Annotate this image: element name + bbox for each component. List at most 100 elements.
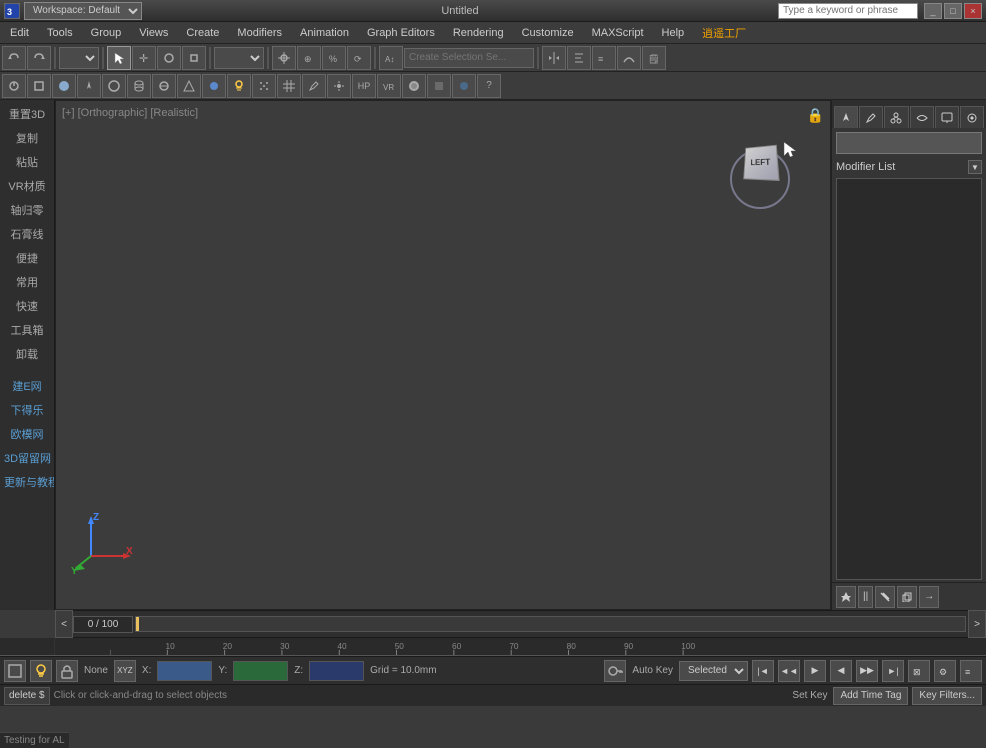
maximize-button[interactable]: □ <box>944 3 962 19</box>
tb2-object1[interactable] <box>102 74 126 98</box>
align-button[interactable] <box>567 46 591 70</box>
spinner-button[interactable]: ⟳ <box>347 46 371 70</box>
viewport-gizmo[interactable]: LEFT <box>730 141 790 201</box>
rp-tab-display[interactable] <box>935 106 959 128</box>
tb2-undo[interactable] <box>2 74 26 98</box>
tb2-box[interactable] <box>27 74 51 98</box>
rp-tab-motion[interactable] <box>910 106 934 128</box>
mirror-button[interactable] <box>542 46 566 70</box>
tb2-particle[interactable] <box>252 74 276 98</box>
sidebar-item-common[interactable]: 常用 <box>0 270 54 294</box>
snap-toggle-button[interactable] <box>272 46 296 70</box>
tb2-hp[interactable]: HP <box>352 74 376 98</box>
tb2-light2[interactable] <box>227 74 251 98</box>
view-dropdown[interactable]: View <box>214 47 264 69</box>
tb2-grid[interactable] <box>277 74 301 98</box>
play-reverse-button[interactable]: ◀ <box>830 660 852 682</box>
tb2-color[interactable] <box>52 74 76 98</box>
menu-animation[interactable]: Animation <box>292 23 357 43</box>
menu-tools[interactable]: Tools <box>39 23 81 43</box>
sidebar-item-oumow[interactable]: 欧模网 <box>0 422 54 446</box>
rp-tab-modify[interactable] <box>859 106 883 128</box>
sidebar-item-paste[interactable]: 粘贴 <box>0 150 54 174</box>
sidebar-item-xiadele[interactable]: 下得乐 <box>0 398 54 422</box>
tb2-cone[interactable] <box>177 74 201 98</box>
sidebar-item-unload[interactable]: 卸载 <box>0 342 54 366</box>
rp-tab-create[interactable] <box>834 106 858 128</box>
sidebar-item-reset3d[interactable]: 重置3D <box>0 102 54 126</box>
minimize-button[interactable]: _ <box>924 3 942 19</box>
menu-modifiers[interactable]: Modifiers <box>229 23 290 43</box>
tb2-object2[interactable] <box>402 74 426 98</box>
prev-frame-button[interactable]: |◄ <box>752 660 774 682</box>
viewport[interactable]: [+] [Orthographic] [Realistic] 🔒 LEFT Z <box>55 100 831 610</box>
move-tool-button[interactable]: ✛ <box>132 46 156 70</box>
menu-customize[interactable]: Customize <box>514 23 582 43</box>
sidebar-item-3dliuliu[interactable]: 3D留留网 <box>0 446 54 470</box>
menu-edit[interactable]: Edit <box>2 23 37 43</box>
spreadsheet-button[interactable]: 🗒 <box>642 46 666 70</box>
select-tool-button[interactable] <box>107 46 131 70</box>
rotate-tool-button[interactable] <box>157 46 181 70</box>
timeline-prev-button[interactable]: < <box>55 610 73 638</box>
menu-views[interactable]: Views <box>131 23 176 43</box>
end-frame-button[interactable]: ⊠ <box>908 660 930 682</box>
close-button[interactable]: × <box>964 3 982 19</box>
settings-button1[interactable]: ⚙ <box>934 660 956 682</box>
add-time-tag-button[interactable]: Add Time Tag <box>833 687 908 705</box>
selection-set-input[interactable] <box>404 48 534 68</box>
status-light-icon[interactable] <box>30 660 52 682</box>
workspace-dropdown[interactable]: Workspace: Default <box>24 2 142 20</box>
right-panel-search[interactable] <box>836 132 982 154</box>
search-input[interactable] <box>778 3 918 19</box>
timeline-track[interactable] <box>135 616 966 632</box>
rp-cut-button[interactable] <box>875 586 895 608</box>
filter-dropdown[interactable]: All <box>59 47 99 69</box>
tb2-vray[interactable]: VR <box>377 74 401 98</box>
status-z-value[interactable] <box>309 661 364 681</box>
timeline-next-button[interactable]: > <box>968 610 986 638</box>
snap-angle-button[interactable]: ⊕ <box>297 46 321 70</box>
undo-button[interactable] <box>2 46 26 70</box>
tb2-sphere[interactable] <box>152 74 176 98</box>
layer-button[interactable]: ≡ <box>592 46 616 70</box>
sidebar-item-toolbox[interactable]: 工具箱 <box>0 318 54 342</box>
gizmo-cube[interactable]: LEFT <box>743 145 779 181</box>
rp-copy-button[interactable] <box>897 586 917 608</box>
tb2-cylinder[interactable] <box>127 74 151 98</box>
menu-help[interactable]: Help <box>654 23 693 43</box>
sidebar-item-update[interactable]: 更新与教程 <box>0 470 54 494</box>
menu-maxscript[interactable]: MAXScript <box>584 23 652 43</box>
rp-pause-button[interactable]: || <box>858 586 873 608</box>
tb2-help[interactable]: ? <box>477 74 501 98</box>
sidebar-item-vr[interactable]: VR材质 <box>0 174 54 198</box>
sidebar-item-axis[interactable]: 轴归零 <box>0 198 54 222</box>
named-sel-button[interactable]: A↕ <box>379 46 403 70</box>
prev-key-button[interactable]: ◄◄ <box>778 660 800 682</box>
menu-rendering[interactable]: Rendering <box>445 23 512 43</box>
delete-button[interactable]: delete $ <box>4 687 50 705</box>
sidebar-item-jiane[interactable]: 建E网 <box>0 374 54 398</box>
tb2-system[interactable] <box>327 74 351 98</box>
menu-graph-editors[interactable]: Graph Editors <box>359 23 443 43</box>
tb2-render1[interactable] <box>452 74 476 98</box>
menu-custom[interactable]: 逍遥工厂 <box>694 23 754 43</box>
status-none-icon[interactable] <box>4 660 26 682</box>
menu-create[interactable]: Create <box>178 23 227 43</box>
status-y-value[interactable] <box>233 661 288 681</box>
sidebar-item-copy[interactable]: 复制 <box>0 126 54 150</box>
modifier-list-area[interactable] <box>836 178 982 580</box>
curve-button[interactable] <box>617 46 641 70</box>
tb2-light1[interactable] <box>77 74 101 98</box>
redo-button[interactable] <box>27 46 51 70</box>
next-frame-button[interactable]: ►| <box>882 660 904 682</box>
status-x-value[interactable] <box>157 661 212 681</box>
tb2-edit1[interactable] <box>302 74 326 98</box>
status-lock-icon[interactable] <box>56 660 78 682</box>
rp-paste-button[interactable]: → <box>919 586 939 608</box>
next-key-button[interactable]: ▶▶ <box>856 660 878 682</box>
snap-percent-button[interactable]: % <box>322 46 346 70</box>
rp-tab-hierarchy[interactable] <box>884 106 908 128</box>
tb2-geo[interactable] <box>202 74 226 98</box>
scale-tool-button[interactable] <box>182 46 206 70</box>
